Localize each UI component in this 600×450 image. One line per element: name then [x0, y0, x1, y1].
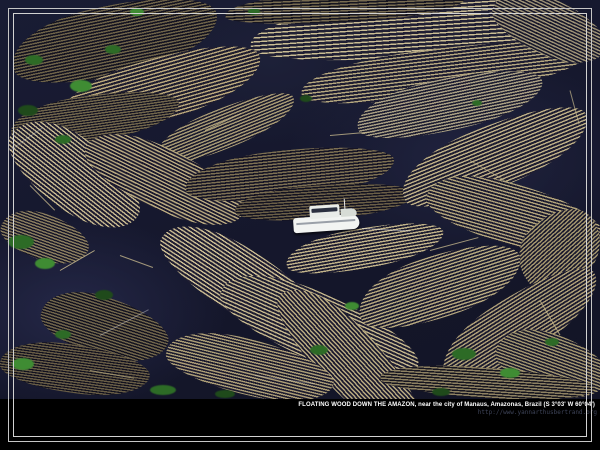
boat-bow-deck	[340, 208, 357, 217]
vegetation-patch	[55, 330, 71, 339]
photographer-url[interactable]: http://www.yannarthusbertrand.org	[478, 409, 597, 416]
boat	[292, 201, 360, 236]
vegetation-patch	[500, 368, 520, 378]
vegetation-patch	[70, 80, 92, 92]
vegetation-patch	[545, 338, 559, 346]
vegetation-patch	[215, 390, 235, 398]
vegetation-patch	[150, 385, 176, 395]
vegetation-patch	[248, 8, 260, 15]
vegetation-patch	[105, 45, 121, 54]
photo-caption: FLOATING WOOD DOWN THE AMAZON, near the …	[298, 402, 595, 408]
vegetation-patch	[8, 235, 34, 249]
vegetation-patch	[472, 100, 482, 106]
vegetation-patch	[95, 290, 113, 300]
vegetation-patch	[35, 258, 55, 269]
vegetation-patch	[18, 105, 38, 116]
vegetation-patch	[345, 302, 359, 310]
vegetation-patch	[432, 388, 450, 396]
vegetation-patch	[310, 345, 328, 355]
vegetation-patch	[55, 135, 71, 144]
vegetation-patch	[300, 95, 312, 102]
vegetation-patch	[130, 8, 144, 16]
aerial-photo	[0, 0, 600, 399]
vegetation-patch	[452, 348, 476, 360]
stray-log	[120, 255, 153, 268]
wallpaper-photo-page: FLOATING WOOD DOWN THE AMAZON, near the …	[0, 0, 600, 450]
vegetation-patch	[12, 358, 34, 370]
vegetation-patch	[25, 55, 43, 65]
